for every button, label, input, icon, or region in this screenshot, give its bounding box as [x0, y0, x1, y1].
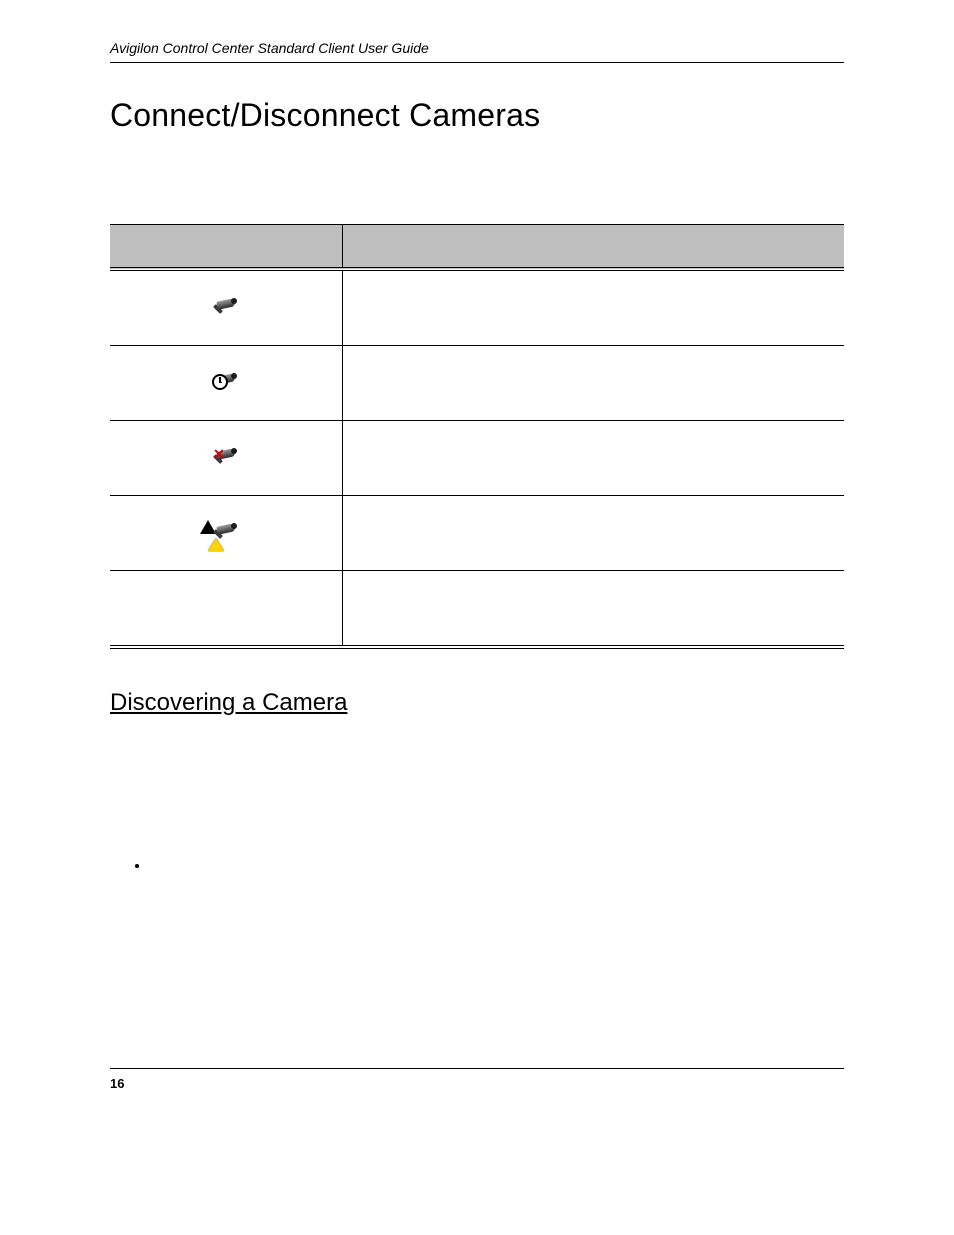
cell-icon: !	[110, 496, 343, 571]
subsection-heading: Discovering a Camera	[110, 689, 844, 717]
camera-icon	[209, 295, 243, 317]
table-row: ✕	[110, 421, 844, 496]
table-header-icon	[110, 225, 343, 270]
table-row	[110, 346, 844, 421]
camera-disconnected-icon: ✕	[209, 445, 243, 467]
camera-status-icon-table: ✕ !	[110, 224, 844, 649]
cell-description	[343, 346, 845, 421]
cell-icon	[110, 269, 343, 346]
cell-icon	[110, 571, 343, 648]
cell-description	[343, 496, 845, 571]
cell-description	[343, 571, 845, 648]
running-header: Avigilon Control Center Standard Client …	[110, 40, 844, 63]
cell-icon	[110, 346, 343, 421]
cell-icon: ✕	[110, 421, 343, 496]
table-header-description	[343, 225, 845, 270]
table-row: !	[110, 496, 844, 571]
page-number: 16	[110, 1076, 124, 1091]
cell-description	[343, 421, 845, 496]
table-row	[110, 269, 844, 346]
camera-warning-icon: !	[209, 520, 243, 542]
section-heading: Connect/Disconnect Cameras	[110, 97, 844, 134]
cell-description	[343, 269, 845, 346]
discover-camera-list	[150, 857, 844, 873]
page-footer: 16	[110, 1068, 844, 1093]
camera-clock-icon	[209, 370, 243, 392]
list-item	[150, 857, 844, 873]
table-row	[110, 571, 844, 648]
